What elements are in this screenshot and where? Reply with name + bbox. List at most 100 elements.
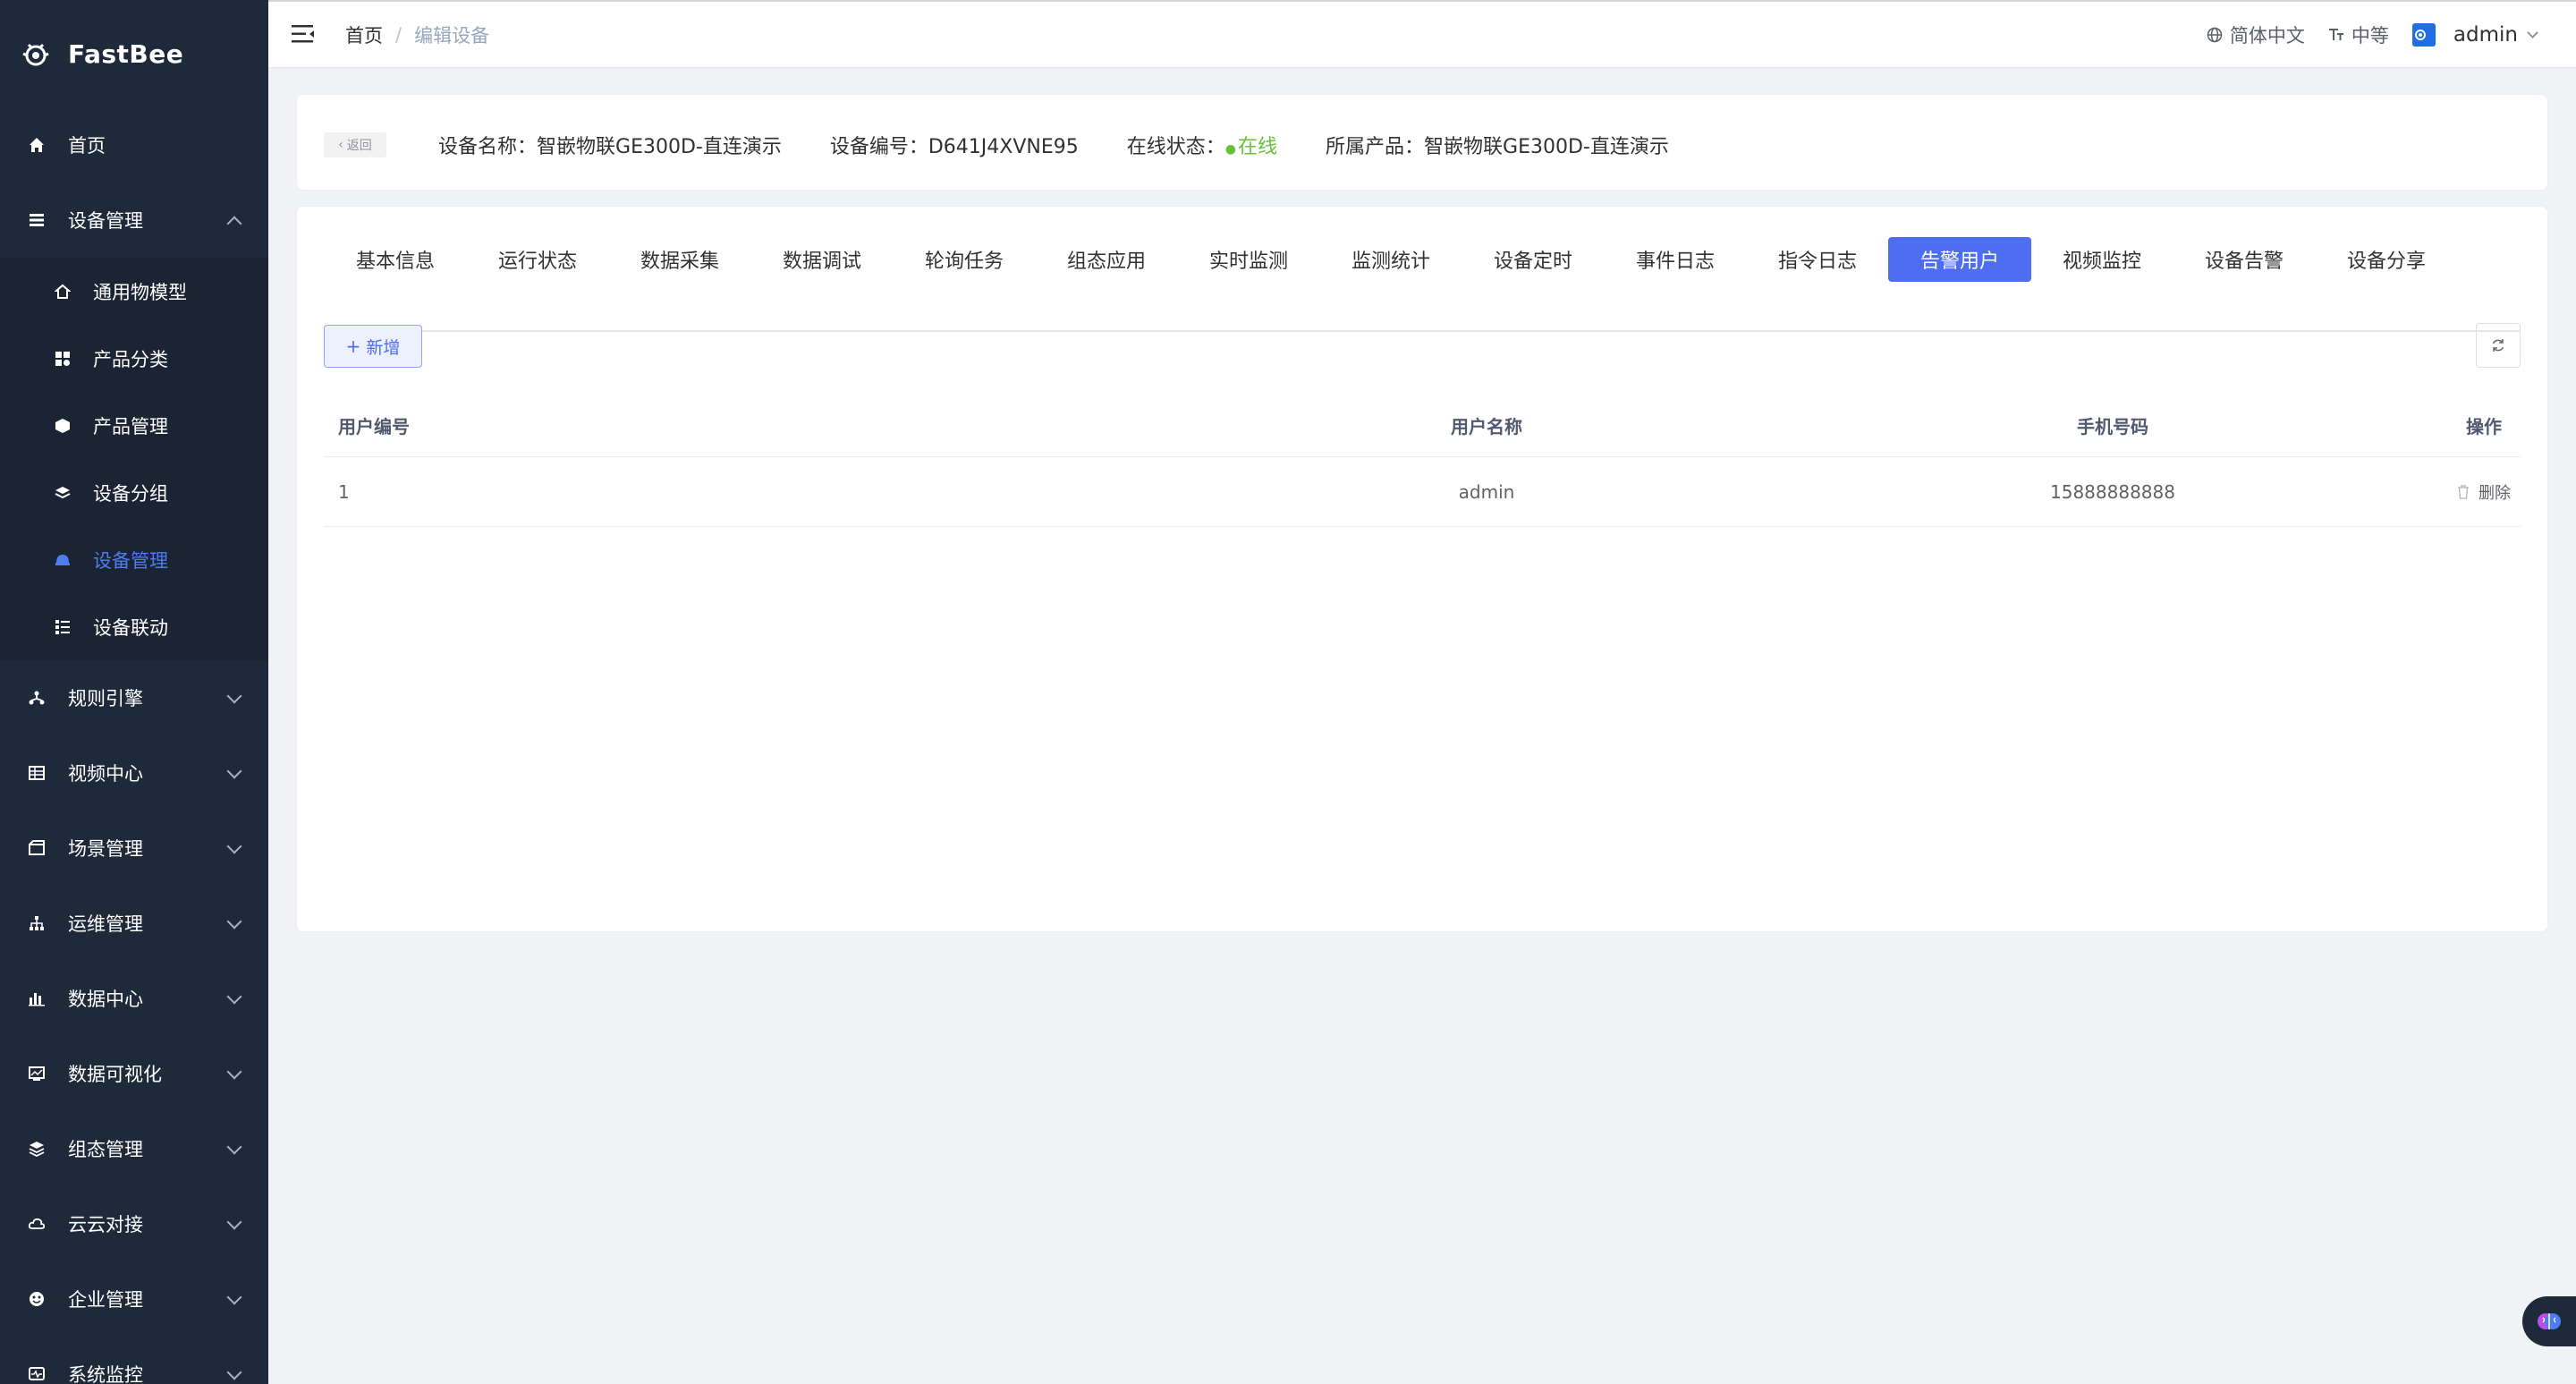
col-operation: 操作 — [2466, 415, 2502, 437]
sidebar-item-scene[interactable]: 场景管理 — [0, 811, 268, 886]
chevron-down-icon — [226, 989, 242, 1005]
sidebar-item-label: 组态管理 — [68, 1139, 143, 1160]
breadcrumb-current: 编辑设备 — [414, 25, 490, 47]
monitor-icon — [27, 1364, 47, 1384]
sidebar-item-home[interactable]: 首页 — [0, 107, 268, 183]
scene-icon — [27, 838, 47, 858]
company-icon — [27, 1289, 47, 1309]
tab-data-debug[interactable]: 数据调试 — [750, 237, 894, 282]
tab-video-monitor[interactable]: 视频监控 — [2030, 237, 2174, 282]
device-product-value: 智嵌物联GE300D-直连演示 — [1424, 136, 1669, 158]
language-switch[interactable]: 简体中文 — [2207, 21, 2305, 48]
cell-user-name: admin — [1458, 481, 1515, 503]
sidebar-item-label: 规则引擎 — [68, 688, 143, 709]
sidebar-subitem-label: 设备分组 — [93, 482, 168, 505]
sidebar-item-label: 云云对接 — [68, 1214, 143, 1235]
sidebar-item-cloud[interactable]: 云云对接 — [0, 1186, 268, 1261]
breadcrumb: 首页 / 编辑设备 — [345, 21, 489, 48]
user-menu[interactable]: admin — [2411, 23, 2538, 47]
sidebar-item-visual[interactable]: 数据可视化 — [0, 1036, 268, 1111]
tab-run-status[interactable]: 运行状态 — [466, 237, 609, 282]
tab-monitor-stats[interactable]: 监测统计 — [1319, 237, 1462, 282]
sidebar-subitem-device-mgmt[interactable]: 设备管理 — [0, 526, 268, 593]
top-header: 首页 / 编辑设备 简体中文 中等 admin — [268, 0, 2576, 68]
back-button[interactable]: ‹ 返回 — [324, 132, 386, 157]
sidebar: FastBee 首页 设备管理 通用物模型 产品分类 产品管理 设备分组 设备管… — [0, 0, 268, 1384]
visual-icon — [27, 1064, 47, 1083]
device-info-row: 设备名称：智嵌物联GE300D-直连演示 设备编号：D641J4XVNE95 在… — [438, 131, 1717, 159]
sidebar-subitem-product[interactable]: 产品管理 — [0, 392, 268, 459]
refresh-button[interactable] — [2476, 323, 2521, 368]
chevron-down-icon — [2527, 26, 2538, 38]
assistant-button[interactable] — [2522, 1296, 2576, 1346]
chevron-up-icon — [226, 216, 242, 232]
col-user-name: 用户名称 — [1451, 415, 1522, 437]
sidebar-item-data[interactable]: 数据中心 — [0, 961, 268, 1036]
sidebar-subitem-model[interactable]: 通用物模型 — [0, 258, 268, 325]
sidebar-item-company[interactable]: 企业管理 — [0, 1261, 268, 1337]
logo[interactable]: FastBee — [0, 0, 268, 107]
font-size-label: 中等 — [2351, 25, 2389, 47]
font-size-switch[interactable]: 中等 — [2328, 21, 2389, 48]
cell-phone: 15888888888 — [2050, 481, 2175, 503]
add-button[interactable]: + 新增 — [324, 325, 422, 368]
sidebar-item-label: 设备管理 — [68, 210, 143, 232]
sidebar-item-label: 运维管理 — [68, 913, 143, 935]
group-icon — [54, 484, 72, 502]
home-icon — [27, 135, 47, 155]
tab-alert-users[interactable]: 告警用户 — [1888, 237, 2031, 282]
col-phone: 手机号码 — [2077, 415, 2148, 437]
sidebar-subitem-linkage[interactable]: 设备联动 — [0, 593, 268, 660]
chevron-left-icon: ‹ — [338, 138, 343, 152]
back-label: 返回 — [346, 139, 372, 153]
app-name: FastBee — [68, 38, 184, 69]
plus-icon: + — [345, 335, 361, 357]
tab-device-timer[interactable]: 设备定时 — [1462, 237, 1605, 282]
ops-icon — [27, 913, 47, 933]
cloud-icon — [27, 1214, 47, 1234]
video-icon — [27, 763, 47, 783]
brain-icon — [2538, 1313, 2561, 1329]
col-user-id: 用户编号 — [338, 415, 410, 437]
tab-data-collect[interactable]: 数据采集 — [608, 237, 751, 282]
tab-realtime-monitor[interactable]: 实时监测 — [1177, 237, 1320, 282]
cell-user-id: 1 — [338, 481, 350, 503]
layers-icon — [27, 1139, 47, 1159]
sidebar-item-ops[interactable]: 运维管理 — [0, 886, 268, 961]
delete-button[interactable]: 删除 — [2457, 480, 2511, 504]
bee-logo-icon — [20, 38, 52, 70]
chevron-down-icon — [226, 1064, 242, 1080]
tab-event-log[interactable]: 事件日志 — [1604, 237, 1747, 282]
cell-operation: 删除 — [2426, 457, 2542, 527]
sidebar-subitem-category[interactable]: 产品分类 — [0, 325, 268, 392]
sidebar-subitem-group[interactable]: 设备分组 — [0, 459, 268, 526]
breadcrumb-home[interactable]: 首页 — [345, 21, 383, 48]
sidebar-subitem-label: 产品管理 — [93, 415, 168, 437]
sidebar-item-label: 场景管理 — [68, 838, 143, 860]
device-status-value: 在线 — [1237, 136, 1277, 158]
tab-poll-task[interactable]: 轮询任务 — [893, 237, 1036, 282]
sidebar-item-rule[interactable]: 规则引擎 — [0, 660, 268, 735]
sidebar-item-label: 企业管理 — [68, 1289, 143, 1311]
sidebar-item-monitor[interactable]: 系统监控 — [0, 1337, 268, 1384]
main-card: 基本信息 运行状态 数据采集 数据调试 轮询任务 组态应用 实时监测 监测统计 … — [296, 206, 2548, 932]
tab-basic-info[interactable]: 基本信息 — [324, 237, 467, 282]
tab-device-share[interactable]: 设备分享 — [2315, 237, 2458, 282]
hamburger-icon[interactable] — [292, 23, 315, 45]
sidebar-subitem-label: 通用物模型 — [93, 281, 187, 303]
sidebar-item-device[interactable]: 设备管理 — [0, 183, 268, 258]
sidebar-subitem-label: 设备联动 — [93, 616, 168, 639]
device-status-label: 在线状态： — [1126, 136, 1225, 158]
tab-command-log[interactable]: 指令日志 — [1746, 237, 1889, 282]
sidebar-item-scada[interactable]: 组态管理 — [0, 1111, 268, 1186]
sidebar-item-video[interactable]: 视频中心 — [0, 735, 268, 811]
tab-scada-app[interactable]: 组态应用 — [1035, 237, 1178, 282]
chevron-down-icon — [226, 1364, 242, 1380]
refresh-icon — [2492, 339, 2504, 352]
tab-device-alert[interactable]: 设备告警 — [2173, 237, 2316, 282]
device-product-field: 所属产品：智嵌物联GE300D-直连演示 — [1326, 131, 1669, 159]
sidebar-subitem-label: 设备管理 — [93, 549, 168, 572]
chevron-down-icon — [226, 763, 242, 779]
device-info-card: ‹ 返回 设备名称：智嵌物联GE300D-直连演示 设备编号：D641J4XVN… — [296, 94, 2548, 191]
table-row: 1 admin 15888888888 删除 — [324, 457, 2521, 527]
